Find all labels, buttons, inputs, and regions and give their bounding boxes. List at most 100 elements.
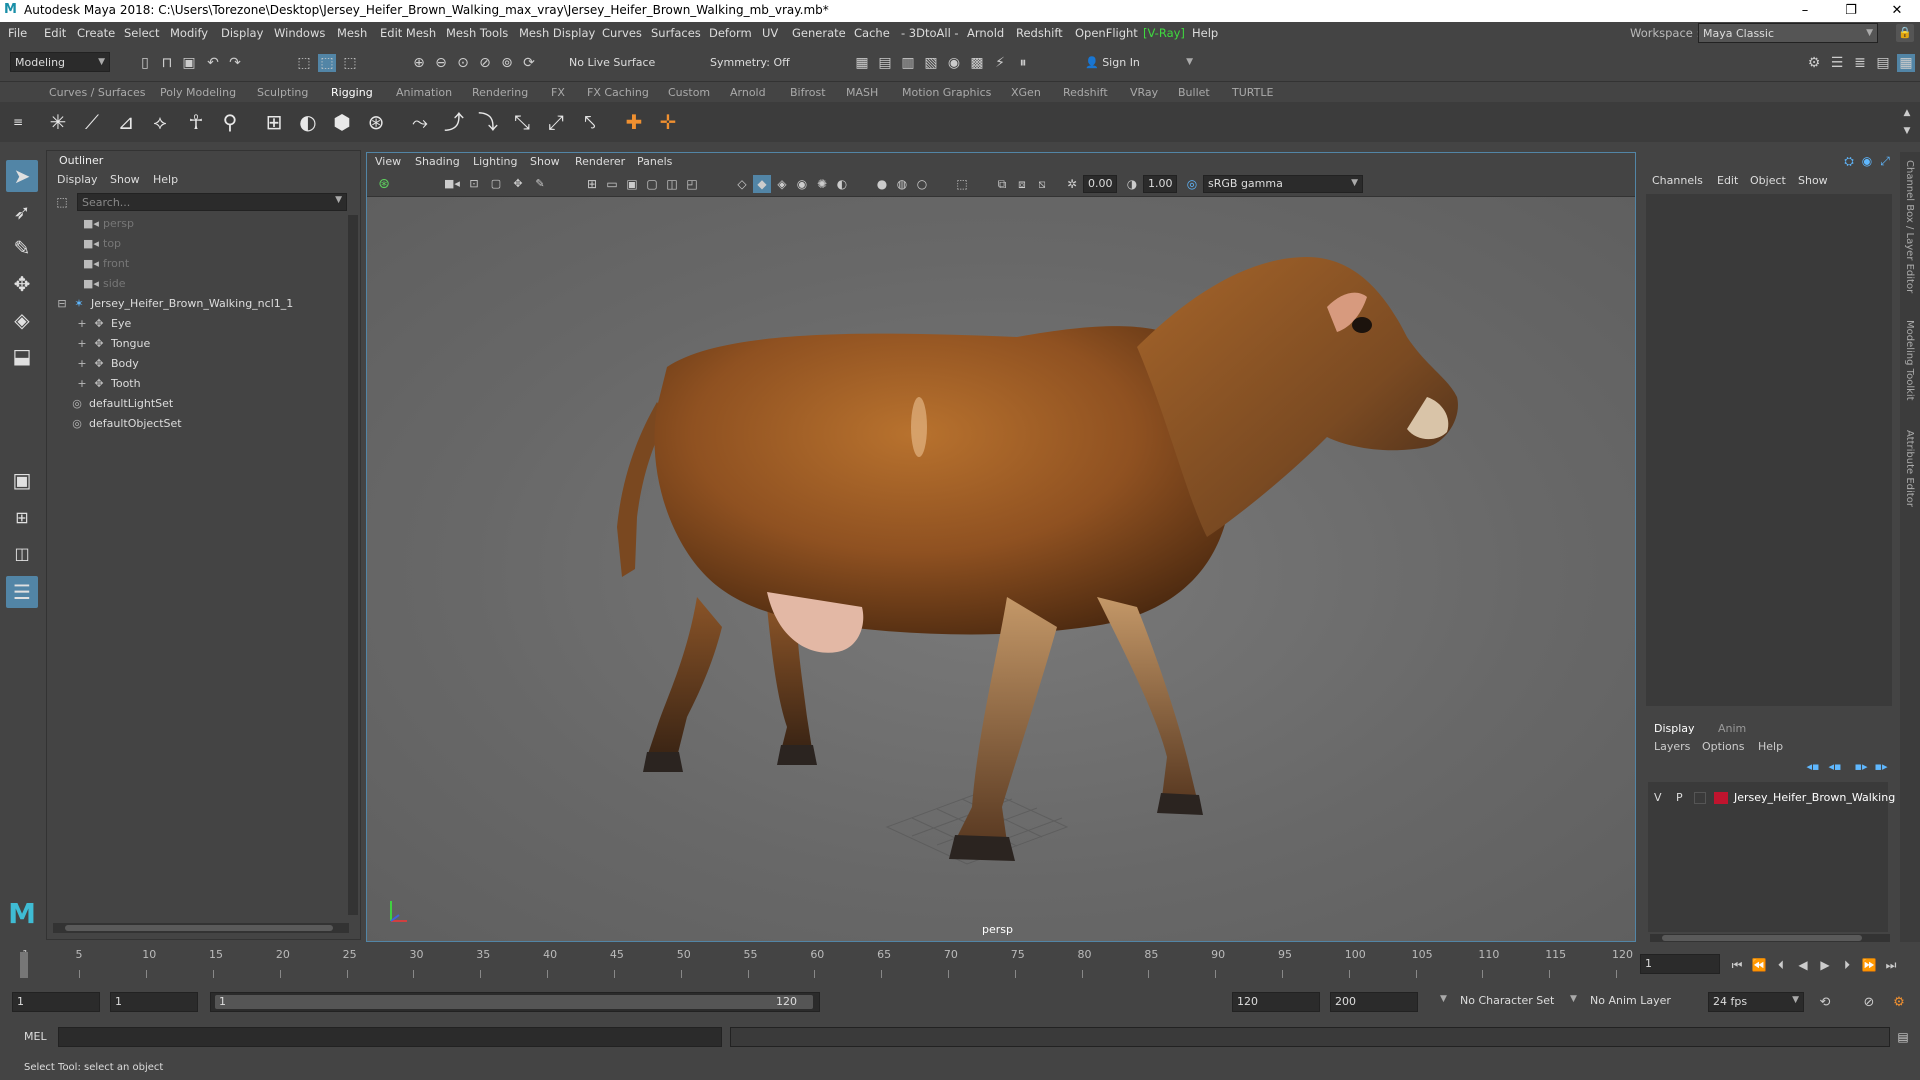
tool-settings-toggle-icon[interactable]: ⤢ xyxy=(1876,152,1894,170)
expand-icon[interactable]: + xyxy=(77,355,87,373)
character-set-dropdown[interactable]: No Character Set xyxy=(1460,994,1554,1007)
current-time-marker[interactable] xyxy=(20,952,28,978)
menu-3dtoall[interactable]: - 3DtoAll - xyxy=(901,26,959,40)
menu-create[interactable]: Create xyxy=(77,26,115,40)
shelf-scroll-down-icon[interactable]: ▼ xyxy=(1898,122,1916,140)
anti-aliasing-icon[interactable]: ○ xyxy=(913,175,931,193)
resolution-gate-icon[interactable]: ▣ xyxy=(623,175,641,193)
joint-tool-icon[interactable]: ✳ xyxy=(44,108,72,136)
attribute-editor-toggle-icon[interactable]: ◉ xyxy=(1858,152,1876,170)
expand-icon[interactable]: + xyxy=(77,335,87,353)
color-management-icon[interactable]: ◎ xyxy=(1183,175,1201,193)
go-to-end-icon[interactable]: ⏭ xyxy=(1882,956,1900,974)
expand-icon[interactable]: + xyxy=(77,315,87,333)
shelf-tab-curves-surfaces[interactable]: Curves / Surfaces xyxy=(49,86,146,99)
bind-skin-icon[interactable]: ⊞ xyxy=(260,108,288,136)
select-by-hierarchy-icon[interactable]: ⬚ xyxy=(295,54,313,72)
layer-tab-display[interactable]: Display xyxy=(1654,722,1695,735)
shelf-tab-fx[interactable]: FX xyxy=(551,86,565,99)
minimize-button[interactable]: – xyxy=(1782,0,1828,22)
grease-pencil-icon[interactable]: ✎ xyxy=(531,175,549,193)
xray-icon[interactable]: ⧉ xyxy=(993,175,1011,193)
side-tab-attribute-editor[interactable]: Attribute Editor xyxy=(1904,430,1915,507)
outliner-item-persp[interactable]: ■◂ persp xyxy=(83,215,134,233)
viewport-canvas[interactable]: persp xyxy=(367,197,1635,941)
scale-tool-icon[interactable]: ⬓ xyxy=(6,340,38,372)
isolate-select-icon[interactable]: ⬚ xyxy=(953,175,971,193)
scale-constraint-icon[interactable]: ⤡ xyxy=(508,108,536,136)
shelf-tab-mash[interactable]: MASH xyxy=(846,86,878,99)
playback-start-field[interactable]: 1 xyxy=(110,992,198,1012)
select-by-component-icon[interactable]: ⬚ xyxy=(341,54,359,72)
wireframe-on-shaded-icon[interactable]: ◈ xyxy=(773,175,791,193)
outliner-item-default-object-set[interactable]: ◎ defaultObjectSet xyxy=(69,415,181,433)
aim-constraint-icon[interactable]: ⤵ xyxy=(474,108,502,136)
select-camera-icon[interactable]: ⊛ xyxy=(375,175,393,193)
smooth-shade-icon[interactable]: ◆ xyxy=(753,175,771,193)
pause-icon[interactable]: ⏸ xyxy=(1014,54,1032,72)
step-back-frame-icon[interactable]: ⏴ xyxy=(1772,956,1790,974)
ik-spline-icon[interactable]: ⊿ xyxy=(112,108,140,136)
shelf-tab-sculpting[interactable]: Sculpting xyxy=(257,86,308,99)
tool-settings-icon[interactable]: ≣ xyxy=(1851,54,1869,72)
rotate-tool-icon[interactable]: ◈ xyxy=(6,304,38,336)
ik-handle-icon[interactable]: ⟋ xyxy=(78,108,106,136)
outliner-search-input[interactable]: Search... ▼ xyxy=(77,193,347,211)
four-view-icon[interactable]: ⊞ xyxy=(6,502,38,534)
hypershade-icon[interactable]: ◉ xyxy=(945,54,963,72)
outliner-item-top[interactable]: ■◂ top xyxy=(83,235,121,253)
snap-point-icon[interactable]: ⊙ xyxy=(454,54,472,72)
expand-icon[interactable]: + xyxy=(77,375,87,393)
gamma-icon[interactable]: ◑ xyxy=(1123,175,1141,193)
layer-row[interactable]: V P Jersey_Heifer_Brown_Walking xyxy=(1648,788,1895,808)
channel-menu-show[interactable]: Show xyxy=(1798,174,1828,187)
outliner-item-body[interactable]: + ✥ Body xyxy=(77,355,138,373)
menu-cache[interactable]: Cache xyxy=(854,26,890,40)
orient-constraint-icon[interactable]: ⤴ xyxy=(440,108,468,136)
snap-surface-icon[interactable]: ⊚ xyxy=(498,54,516,72)
menu-mesh-display[interactable]: Mesh Display xyxy=(519,26,595,40)
snap-vertex-icon[interactable]: ⟳ xyxy=(520,54,538,72)
menu-set-dropdown[interactable]: Modeling ▼ xyxy=(10,52,110,72)
exposure-field[interactable]: 0.00 xyxy=(1083,175,1117,193)
shelf-tab-turtle[interactable]: TURTLE xyxy=(1232,86,1273,99)
viewport-menu-view[interactable]: View xyxy=(375,155,401,168)
motion-blur-icon[interactable]: ◍ xyxy=(893,175,911,193)
modeling-toolkit-icon[interactable]: ⚙ xyxy=(1805,54,1823,72)
snap-curve-icon[interactable]: ⊖ xyxy=(432,54,450,72)
step-forward-key-icon[interactable]: ⏩ xyxy=(1860,956,1878,974)
parent-constraint-icon[interactable]: ⤢ xyxy=(542,108,570,136)
shelf-tab-fx-caching[interactable]: FX Caching xyxy=(587,86,649,99)
render-icon[interactable]: ▦ xyxy=(853,54,871,72)
viewport-menu-lighting[interactable]: Lighting xyxy=(473,155,517,168)
channel-box-toggle-icon[interactable]: ⛭ xyxy=(1840,152,1858,170)
time-ruler[interactable]: 1510152025303540455055606570758085909510… xyxy=(22,948,1633,980)
viewport-menu-renderer[interactable]: Renderer xyxy=(575,155,625,168)
outliner-item-tooth[interactable]: + ✥ Tooth xyxy=(77,375,140,393)
script-language-toggle[interactable]: MEL xyxy=(24,1030,47,1043)
step-back-key-icon[interactable]: ⏪ xyxy=(1750,956,1768,974)
channel-menu-object[interactable]: Object xyxy=(1750,174,1786,187)
layer-menu-options[interactable]: Options xyxy=(1702,740,1744,753)
menu-uv[interactable]: UV xyxy=(762,26,778,40)
side-tab-modeling-toolkit[interactable]: Modeling Toolkit xyxy=(1904,320,1915,401)
snap-view-icon[interactable]: ⊘ xyxy=(476,54,494,72)
menu-mesh-tools[interactable]: Mesh Tools xyxy=(446,26,508,40)
shadows-icon[interactable]: ◐ xyxy=(833,175,851,193)
shelf-tab-animation[interactable]: Animation xyxy=(396,86,452,99)
anim-layer-dropdown[interactable]: No Anim Layer xyxy=(1590,994,1671,1007)
render-sequence-icon[interactable]: ▤ xyxy=(876,54,894,72)
menu-curves[interactable]: Curves xyxy=(602,26,642,40)
channel-menu-edit[interactable]: Edit xyxy=(1717,174,1738,187)
collapse-icon[interactable]: ⊟ xyxy=(57,295,67,313)
step-forward-frame-icon[interactable]: ⏵ xyxy=(1838,956,1856,974)
menu-vray[interactable]: [V-Ray] xyxy=(1143,26,1185,40)
cluster-icon[interactable]: ⊛ xyxy=(362,108,390,136)
layer-visibility-toggle[interactable]: V xyxy=(1654,791,1662,804)
outliner-menu-show[interactable]: Show xyxy=(110,173,140,186)
lasso-tool-icon[interactable]: ➶ xyxy=(6,196,38,228)
outliner-horizontal-scrollbar[interactable] xyxy=(53,923,349,933)
xray-components-icon[interactable]: ⧅ xyxy=(1033,175,1051,193)
shelf-tab-arnold[interactable]: Arnold xyxy=(730,86,766,99)
sign-in-button[interactable]: 👤 Sign In ▼ xyxy=(1080,52,1198,72)
